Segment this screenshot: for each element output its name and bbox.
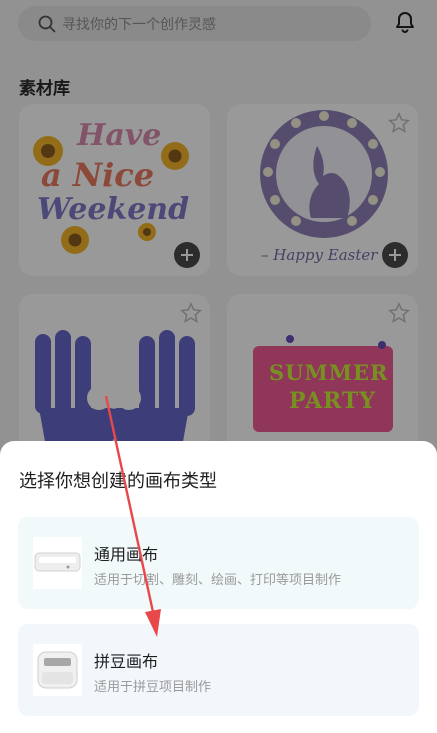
option-general-canvas[interactable]: 通用画布 适用于切割、雕刻、绘画、打印等项目制作 (18, 517, 419, 609)
option-name: 拼豆画布 (94, 652, 159, 671)
sheet-title: 选择你想创建的画布类型 (19, 471, 217, 492)
general-machine-image (33, 537, 82, 589)
canvas-type-sheet: 选择你想创建的画布类型 通用画布 适用于切割、雕刻、绘画、打印等项目制作 拼豆画… (0, 441, 437, 733)
option-name: 通用画布 (94, 545, 159, 564)
option-desc: 适用于切割、雕刻、绘画、打印等项目制作 (94, 573, 342, 588)
bead-machine-image (33, 644, 82, 696)
option-bead-canvas[interactable]: 拼豆画布 适用于拼豆项目制作 (18, 624, 419, 716)
option-desc: 适用于拼豆项目制作 (94, 680, 212, 695)
